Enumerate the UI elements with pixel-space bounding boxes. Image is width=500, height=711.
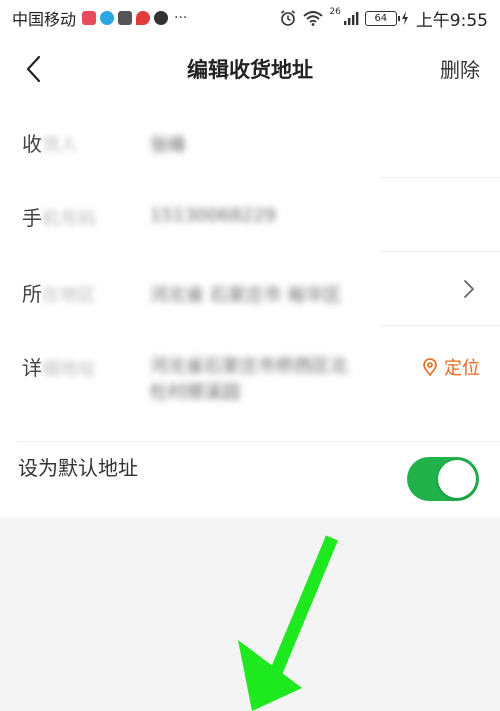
recipient-label-rest: 货人 <box>42 135 78 156</box>
default-address-toggle[interactable] <box>407 457 479 501</box>
address-label-lead: 详 <box>22 356 42 380</box>
more-notifications: ··· <box>174 10 188 26</box>
region-label-rest: 在地区 <box>42 285 96 306</box>
address-label: 详细地址 <box>22 352 96 381</box>
page-title: 编辑收货地址 <box>187 58 313 82</box>
signal-icon <box>343 12 359 25</box>
battery-indicator: 64 <box>364 10 400 26</box>
edit-address-screen: 中国移动 ··· 26 64 上午9:55 编辑收货地址 删除 收货人 张峰 手… <box>0 0 500 711</box>
app-notification-icon <box>100 11 115 25</box>
app-notification-icon <box>82 11 97 25</box>
carrier-name: 中国移动 <box>12 10 77 29</box>
app-notification-icon <box>118 11 133 25</box>
charging-icon <box>401 11 408 25</box>
status-right: 26 64 上午9:55 <box>279 7 488 31</box>
recipient-row[interactable]: 收货人 张峰 <box>0 104 500 178</box>
phone-row[interactable]: 手机号码 15130068229 <box>0 178 500 252</box>
recipient-label: 收货人 <box>22 128 78 157</box>
address-form: 收货人 张峰 手机号码 15130068229 所在地区 河北省 石家庄市 裕华… <box>0 104 500 518</box>
phone-value[interactable]: 15130068229 <box>150 205 276 226</box>
address-label-rest: 细地址 <box>42 359 96 380</box>
chevron-right-icon[interactable] <box>462 279 476 299</box>
battery-level: 64 <box>374 12 388 24</box>
address-value[interactable]: 河北省石家庄市桥西区北 杜村顺溪园 <box>150 354 348 406</box>
region-value[interactable]: 河北省 石家庄市 裕华区 <box>150 281 341 307</box>
location-pin-icon <box>423 358 437 377</box>
toggle-knob <box>438 460 476 498</box>
chat-bubble-icon <box>154 11 169 25</box>
status-left: 中国移动 ··· <box>12 7 187 29</box>
status-bar: 中国移动 ··· 26 64 上午9:55 <box>0 0 500 36</box>
recipient-value[interactable]: 张峰 <box>150 131 186 157</box>
phone-label-lead: 手 <box>22 206 42 230</box>
default-address-label: 设为默认地址 <box>18 456 138 480</box>
wifi-icon <box>303 11 323 26</box>
address-row[interactable]: 详细地址 河北省石家庄市桥西区北 杜村顺溪园 定位 <box>0 326 500 442</box>
phone-label-rest: 机号码 <box>42 209 96 230</box>
clock: 上午9:55 <box>415 10 488 31</box>
section-divider <box>18 441 500 442</box>
address-line-2: 杜村顺溪园 <box>150 382 240 403</box>
region-label: 所在地区 <box>22 278 96 307</box>
map-pin-icon <box>136 11 151 25</box>
locate-button[interactable]: 定位 <box>420 354 480 380</box>
locate-label: 定位 <box>444 358 480 379</box>
region-label-lead: 所 <box>22 282 42 306</box>
recipient-label-lead: 收 <box>22 132 42 156</box>
navigation-bar: 编辑收货地址 删除 <box>0 36 500 104</box>
address-line-1: 河北省石家庄市桥西区北 <box>150 356 348 377</box>
phone-label: 手机号码 <box>22 202 96 231</box>
region-row[interactable]: 所在地区 河北省 石家庄市 裕华区 <box>0 252 500 326</box>
delete-button[interactable]: 删除 <box>440 36 480 104</box>
alarm-icon <box>281 10 296 26</box>
network-type: 26 <box>329 7 341 17</box>
